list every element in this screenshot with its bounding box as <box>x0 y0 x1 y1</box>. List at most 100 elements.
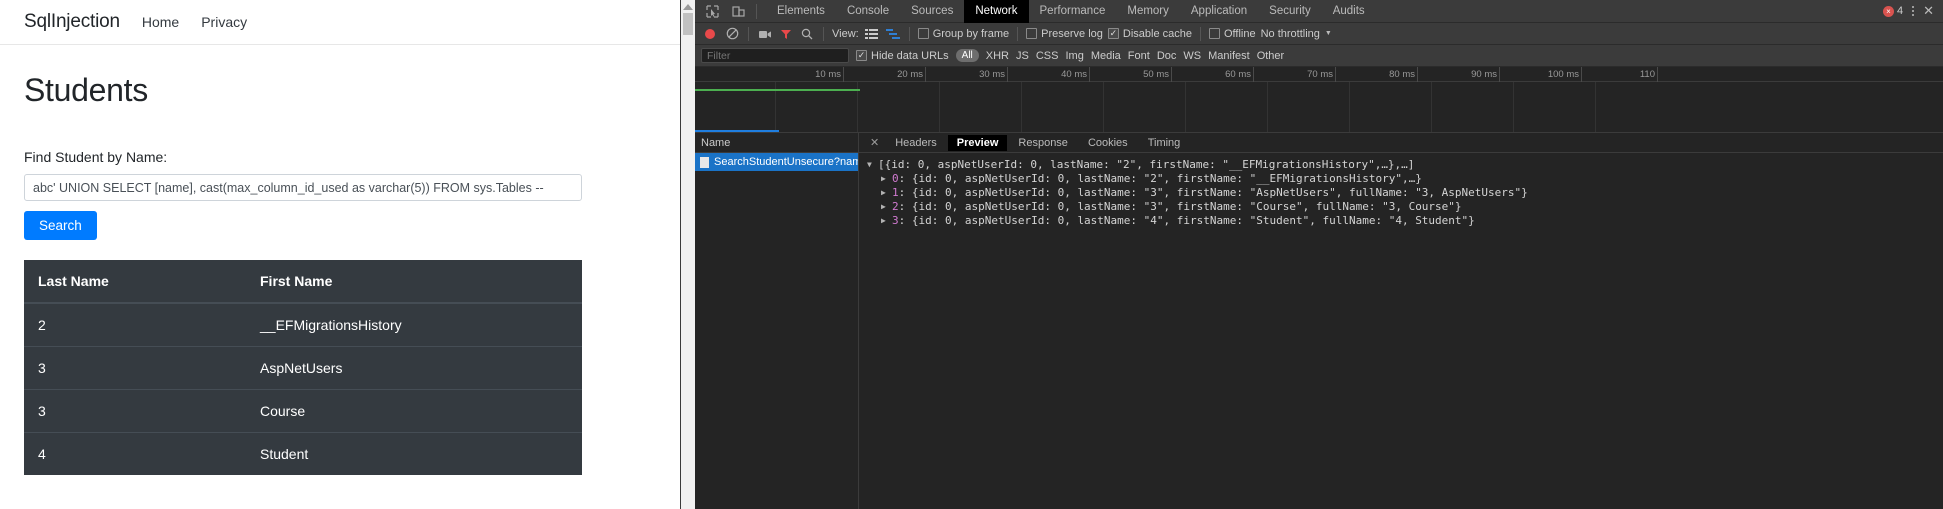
filter-type-img[interactable]: Img <box>1065 50 1083 62</box>
disable-cache-checkbox[interactable]: ✓ Disable cache <box>1107 28 1192 40</box>
tab-console[interactable]: Console <box>836 0 900 23</box>
tab-preview[interactable]: Preview <box>947 134 1008 151</box>
tab-application[interactable]: Application <box>1180 0 1258 23</box>
capture-screenshots-icon[interactable] <box>757 26 773 42</box>
preserve-log-label: Preserve log <box>1041 27 1103 40</box>
filter-type-other[interactable]: Other <box>1257 50 1285 62</box>
tab-response[interactable]: Response <box>1009 135 1077 151</box>
expand-open-icon[interactable]: ▼ <box>867 158 878 170</box>
preserve-log-checkbox[interactable]: Preserve log <box>1026 28 1103 40</box>
json-item-row[interactable]: ▶ 0 : {id: 0, aspNetUserId: 0, lastName:… <box>867 172 1943 186</box>
tab-security[interactable]: Security <box>1258 0 1322 23</box>
network-overview[interactable]: 10 ms 20 ms 30 ms 40 ms 50 ms 60 ms 70 m… <box>695 67 1943 133</box>
json-item-text: {id: 0, aspNetUserId: 0, lastName: "2", … <box>911 172 1422 186</box>
students-table: Last Name First Name 2 __EFMigrationsHis… <box>24 260 582 475</box>
tab-headers[interactable]: Headers <box>886 135 946 151</box>
more-options-icon[interactable] <box>1912 6 1915 16</box>
checkbox-box <box>1026 28 1038 39</box>
table-row: 2 __EFMigrationsHistory <box>24 302 582 347</box>
page-body: Students Find Student by Name: Search La… <box>0 72 680 475</box>
hide-data-urls-label: Hide data URLs <box>871 49 949 62</box>
filter-type-js[interactable]: JS <box>1016 50 1029 62</box>
filter-type-manifest[interactable]: Manifest <box>1208 50 1250 62</box>
column-header-last-name[interactable]: Last Name <box>24 260 234 304</box>
cell-last-name: 2 <box>24 302 234 347</box>
tick-label: 80 ms <box>1389 69 1415 80</box>
table-row: 3 AspNetUsers <box>24 346 582 390</box>
close-detail-icon[interactable]: ✕ <box>865 136 884 149</box>
devtools-panel: Elements Console Sources Network Perform… <box>680 0 1943 509</box>
search-button[interactable]: Search <box>24 211 97 240</box>
tab-memory[interactable]: Memory <box>1116 0 1180 23</box>
request-detail: ✕ Headers Preview Response Cookies Timin… <box>859 133 1943 509</box>
offline-checkbox[interactable]: Offline <box>1208 28 1256 40</box>
chevron-down-icon[interactable]: ▼ <box>1325 30 1332 37</box>
network-filter-bar: ✓ Hide data URLs All XHR JS CSS Img Medi… <box>695 45 1943 67</box>
tick-label: 30 ms <box>979 69 1005 80</box>
tick-label: 90 ms <box>1471 69 1497 80</box>
site-brand[interactable]: SqlInjection <box>24 11 120 33</box>
json-item-row[interactable]: ▶ 3 : {id: 0, aspNetUserId: 0, lastName:… <box>867 214 1943 228</box>
close-devtools-icon[interactable]: ✕ <box>1923 3 1934 19</box>
scroll-up-arrow-icon[interactable] <box>683 4 693 10</box>
tab-performance[interactable]: Performance <box>1029 0 1117 23</box>
tab-sources[interactable]: Sources <box>900 0 964 23</box>
search-icon[interactable] <box>799 26 815 42</box>
filter-type-css[interactable]: CSS <box>1036 50 1059 62</box>
expand-closed-icon[interactable]: ▶ <box>881 200 892 212</box>
json-item-index: 3 <box>892 214 899 228</box>
waterfall-view-icon[interactable] <box>885 26 901 42</box>
table-row: 3 Course <box>24 389 582 433</box>
filter-type-all[interactable]: All <box>955 49 979 62</box>
inspect-element-icon[interactable] <box>701 2 723 21</box>
filter-input[interactable] <box>701 48 849 63</box>
tab-timing[interactable]: Timing <box>1139 135 1190 151</box>
json-item-text: {id: 0, aspNetUserId: 0, lastName: "3", … <box>911 200 1462 214</box>
tab-elements[interactable]: Elements <box>766 0 836 23</box>
cell-last-name: 3 <box>24 346 234 390</box>
overview-load-marker <box>695 130 779 132</box>
clear-button-icon[interactable] <box>724 26 740 42</box>
cell-first-name: __EFMigrationsHistory <box>234 302 582 347</box>
filter-type-xhr[interactable]: XHR <box>986 50 1009 62</box>
filter-icon[interactable] <box>778 26 794 42</box>
expand-closed-icon[interactable]: ▶ <box>881 214 892 226</box>
group-by-frame-checkbox[interactable]: Group by frame <box>917 28 1009 40</box>
students-table-body: 2 __EFMigrationsHistory 3 AspNetUsers 3 … <box>24 302 582 475</box>
list-view-icon[interactable] <box>864 26 880 42</box>
browser-page: SqlInjection Home Privacy Students Find … <box>0 0 680 509</box>
column-header-first-name[interactable]: First Name <box>234 260 582 304</box>
overview-dom-content-loaded-marker <box>695 89 860 91</box>
filter-type-ws[interactable]: WS <box>1183 50 1201 62</box>
filter-type-doc[interactable]: Doc <box>1157 50 1177 62</box>
table-header-row: Last Name First Name <box>24 260 582 304</box>
nav-link-privacy[interactable]: Privacy <box>201 14 247 30</box>
json-item-row[interactable]: ▶ 2 : {id: 0, aspNetUserId: 0, lastName:… <box>867 200 1943 214</box>
toggle-device-toolbar-icon[interactable] <box>727 2 749 21</box>
record-button-icon[interactable] <box>705 28 715 39</box>
filter-type-media[interactable]: Media <box>1091 50 1121 62</box>
tab-cookies[interactable]: Cookies <box>1079 135 1137 151</box>
hide-data-urls-checkbox[interactable]: ✓ Hide data URLs <box>856 50 949 62</box>
tab-audits[interactable]: Audits <box>1322 0 1376 23</box>
devtools-inner: Elements Console Sources Network Perform… <box>695 0 1943 509</box>
expand-closed-icon[interactable]: ▶ <box>881 186 892 198</box>
nav-link-home[interactable]: Home <box>142 14 179 30</box>
json-item-row[interactable]: ▶ 1 : {id: 0, aspNetUserId: 0, lastName:… <box>867 186 1943 200</box>
page-scrollbar[interactable] <box>681 0 695 509</box>
expand-closed-icon[interactable]: ▶ <box>881 172 892 184</box>
request-row[interactable]: SearchStudentUnsecure?name... <box>695 153 858 171</box>
tab-network[interactable]: Network <box>964 0 1029 23</box>
request-list-header-name[interactable]: Name <box>695 133 858 153</box>
throttling-value[interactable]: No throttling <box>1261 28 1320 40</box>
error-dot-icon: × <box>1882 5 1894 17</box>
scrollbar-thumb[interactable] <box>683 13 693 35</box>
search-input[interactable] <box>24 174 582 201</box>
error-badge[interactable]: × 4 <box>1882 5 1903 17</box>
filter-type-font[interactable]: Font <box>1128 50 1150 62</box>
overview-graph[interactable] <box>695 82 1943 132</box>
devtools-tabbar: Elements Console Sources Network Perform… <box>695 0 1943 23</box>
toolbar-divider <box>748 26 749 41</box>
json-root-row[interactable]: ▼ [{id: 0, aspNetUserId: 0, lastName: "2… <box>867 158 1943 172</box>
toolbar-divider <box>823 26 824 41</box>
